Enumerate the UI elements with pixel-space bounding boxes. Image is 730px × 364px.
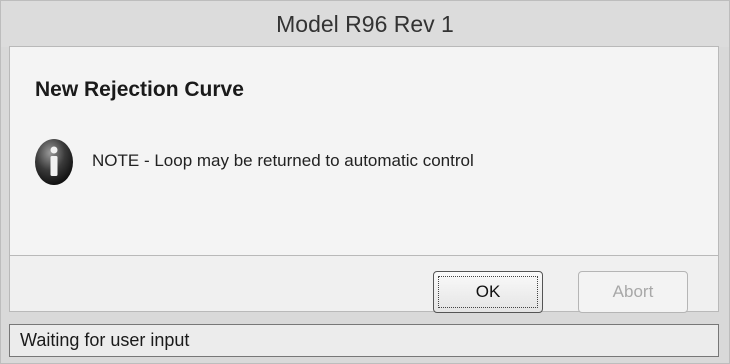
abort-button[interactable]: Abort (578, 271, 688, 313)
status-text: Waiting for user input (20, 330, 190, 350)
ok-button[interactable]: OK (433, 271, 543, 313)
info-icon (35, 139, 73, 185)
focus-rectangle (438, 276, 538, 308)
abort-button-label: Abort (612, 282, 654, 301)
dialog-heading: New Rejection Curve (35, 78, 244, 101)
dialog-message: NOTE - Loop may be returned to automatic… (92, 151, 474, 170)
window-title: Model R96 Rev 1 (1, 1, 729, 47)
